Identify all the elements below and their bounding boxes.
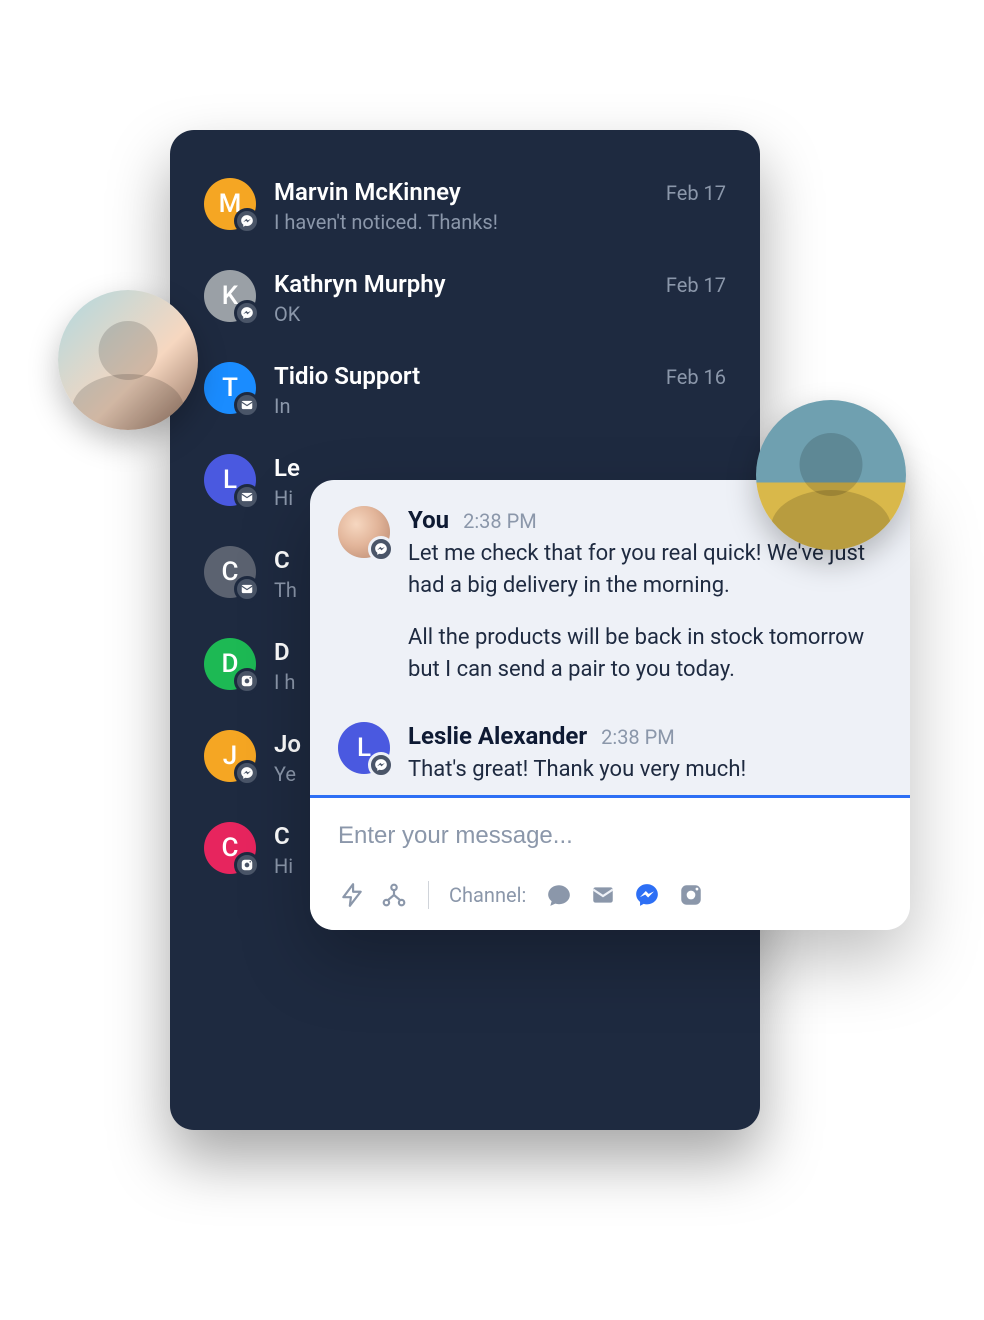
mail-badge-icon bbox=[234, 484, 260, 510]
conversation-name: Kathryn Murphy bbox=[274, 270, 446, 298]
message-avatar-photo bbox=[338, 506, 390, 558]
conversation-name: Le bbox=[274, 454, 300, 482]
conversation-avatar: D bbox=[204, 638, 256, 690]
conversation-name: D bbox=[274, 638, 290, 666]
messenger-badge-icon bbox=[234, 760, 260, 786]
instagram-badge-icon bbox=[234, 668, 260, 694]
conversation-name: C bbox=[274, 822, 290, 850]
message-input[interactable] bbox=[338, 822, 882, 850]
channel-label: Channel: bbox=[449, 883, 526, 907]
channel-email-icon[interactable] bbox=[588, 880, 618, 910]
conversation-avatar: L bbox=[204, 454, 256, 506]
channel-instagram-icon[interactable] bbox=[676, 880, 706, 910]
message-sender: Leslie Alexander bbox=[408, 722, 587, 750]
conversation-preview: In bbox=[274, 394, 726, 418]
conversation-preview: OK bbox=[274, 302, 726, 326]
messenger-badge-icon bbox=[368, 536, 394, 562]
conversation-date: Feb 17 bbox=[666, 181, 726, 205]
conversation-name: C bbox=[274, 546, 290, 574]
conversation-name: Jo bbox=[274, 730, 301, 758]
conversation-avatar: M bbox=[204, 178, 256, 230]
channel-chat-icon[interactable] bbox=[544, 880, 574, 910]
message-time: 2:38 PM bbox=[463, 509, 537, 533]
message-time: 2:38 PM bbox=[601, 725, 675, 749]
quick-reply-icon[interactable] bbox=[338, 881, 366, 909]
conversation-item[interactable]: T Tidio Support Feb 16 In bbox=[200, 344, 730, 436]
composer-toolbar: Channel: bbox=[338, 880, 882, 910]
message-sender: You bbox=[408, 506, 449, 534]
conversation-date: Feb 16 bbox=[666, 365, 726, 389]
conversation-avatar: J bbox=[204, 730, 256, 782]
conversation-preview: I haven't noticed. Thanks! bbox=[274, 210, 726, 234]
conversation-item[interactable]: K Kathryn Murphy Feb 17 OK bbox=[200, 252, 730, 344]
workflow-icon[interactable] bbox=[380, 881, 408, 909]
conversation-avatar: T bbox=[204, 362, 256, 414]
customer-avatar-photo bbox=[756, 400, 906, 550]
operator-avatar-photo bbox=[58, 290, 198, 430]
messenger-badge-icon bbox=[234, 208, 260, 234]
conversation-avatar: C bbox=[204, 546, 256, 598]
message-text: That's great! Thank you very much! bbox=[408, 754, 882, 786]
chat-message: L Leslie Alexander 2:38 PM That's great!… bbox=[310, 696, 910, 796]
conversation-avatar: C bbox=[204, 822, 256, 874]
mail-badge-icon bbox=[234, 576, 260, 602]
message-composer: Channel: bbox=[310, 795, 910, 930]
conversation-date: Feb 17 bbox=[666, 273, 726, 297]
toolbar-divider bbox=[428, 881, 429, 909]
instagram-badge-icon bbox=[234, 852, 260, 878]
messenger-badge-icon bbox=[234, 300, 260, 326]
conversation-name: Marvin McKinney bbox=[274, 178, 461, 206]
channel-messenger-icon[interactable] bbox=[632, 880, 662, 910]
conversation-avatar: K bbox=[204, 270, 256, 322]
message-avatar-initial: L bbox=[338, 722, 390, 774]
message-text: All the products will be back in stock t… bbox=[408, 622, 882, 686]
messenger-badge-icon bbox=[368, 752, 394, 778]
mail-badge-icon bbox=[234, 392, 260, 418]
conversation-name: Tidio Support bbox=[274, 362, 420, 390]
conversation-item[interactable]: M Marvin McKinney Feb 17 I haven't notic… bbox=[200, 160, 730, 252]
